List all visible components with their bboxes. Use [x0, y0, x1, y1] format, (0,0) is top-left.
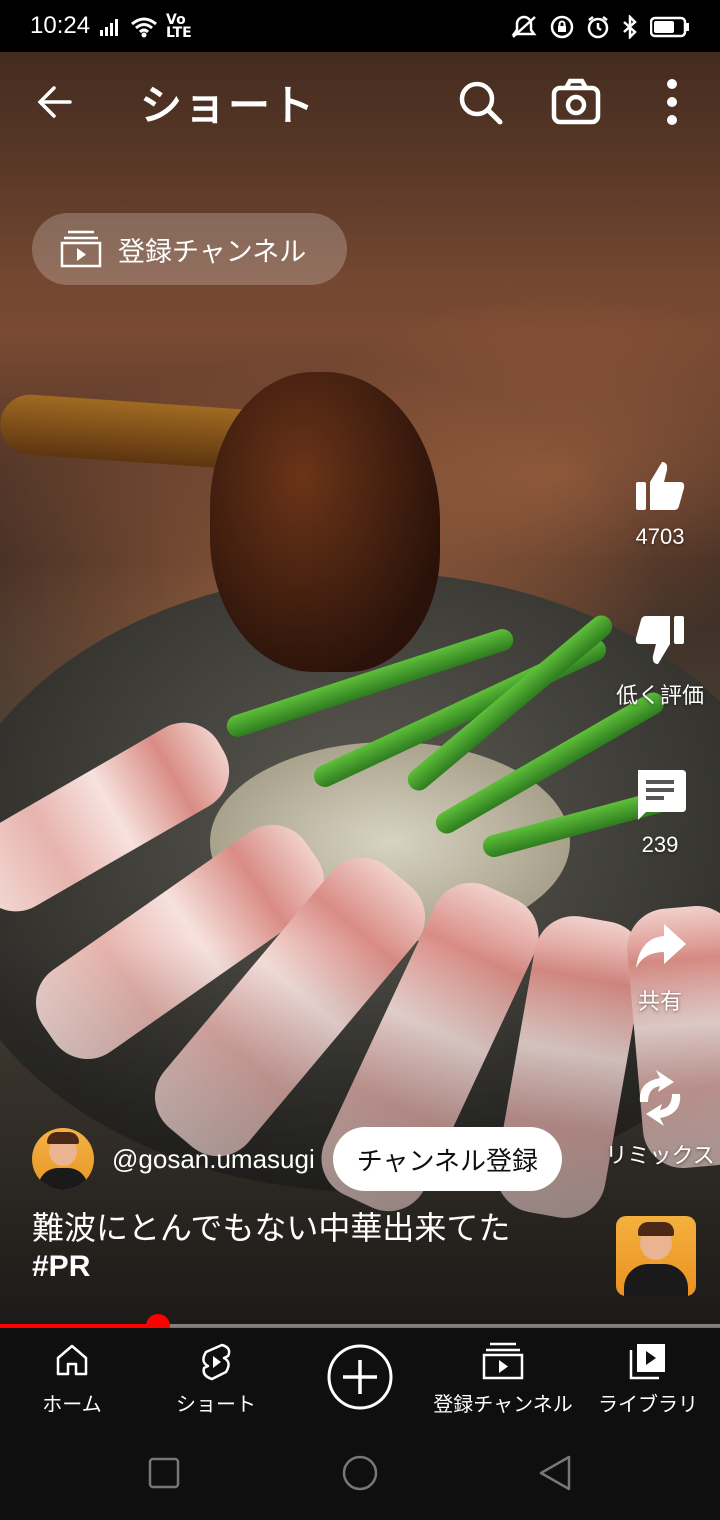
- share-button[interactable]: 共有: [600, 918, 720, 1016]
- nav-label-library: ライブラリ: [598, 1392, 698, 1416]
- subscriptions-chip-label: 登録チャンネル: [118, 236, 307, 268]
- camera-icon[interactable]: [548, 74, 604, 130]
- channel-row: @gosan.umasugi チャンネル登録: [32, 1127, 562, 1191]
- alarm-icon: [587, 16, 609, 39]
- remix-button[interactable]: リミックス: [600, 1068, 720, 1170]
- nav-item-subscriptions[interactable]: 登録チャンネル: [432, 1328, 574, 1428]
- channel-handle[interactable]: @gosan.umasugi: [112, 1144, 315, 1175]
- dislike-button[interactable]: 低く評価: [600, 612, 720, 710]
- bluetooth-icon: [623, 15, 637, 39]
- home-circle-icon[interactable]: [341, 1454, 379, 1492]
- dislike-label: 低く評価: [615, 683, 704, 708]
- vibrate-icon: [511, 15, 537, 38]
- nav-item-shorts[interactable]: ショート: [160, 1328, 272, 1428]
- share-label: 共有: [637, 989, 682, 1014]
- wifi-icon: [131, 17, 157, 38]
- comment-count: 239: [641, 832, 679, 857]
- top-app-bar: ショート: [0, 52, 720, 152]
- hashtag-link[interactable]: #PR: [32, 1250, 90, 1284]
- comments-button[interactable]: 239: [600, 766, 720, 858]
- library-icon: [629, 1344, 665, 1380]
- system-navigation-bar: [0, 1428, 720, 1520]
- like-count: 4703: [635, 524, 685, 549]
- network-type: Vo LTE: [166, 12, 192, 41]
- home-icon: [56, 1344, 88, 1376]
- share-icon: [636, 924, 686, 968]
- avatar[interactable]: [32, 1128, 94, 1190]
- search-icon[interactable]: [452, 74, 508, 130]
- subscribe-button[interactable]: チャンネル登録: [332, 1127, 562, 1191]
- remix-label: リミックス: [605, 1143, 715, 1168]
- like-button[interactable]: 4703: [600, 458, 720, 550]
- shorts-icon: [202, 1343, 231, 1381]
- nav-label-shorts: ショート: [176, 1392, 256, 1416]
- status-time: 10:24: [30, 12, 91, 39]
- nav-label-subscriptions: 登録チャンネル: [433, 1392, 573, 1416]
- nav-item-library[interactable]: ライブラリ: [596, 1328, 700, 1428]
- bottom-navigation: ホーム ショート 登録チャンネル ライブラリ: [0, 1328, 720, 1428]
- recents-icon[interactable]: [147, 1456, 181, 1490]
- more-vert-icon[interactable]: [644, 74, 700, 130]
- comment-icon: [638, 770, 686, 820]
- status-bar: 10:24 Vo LTE: [0, 0, 720, 52]
- create-icon: [327, 1344, 393, 1410]
- signal-icon: [100, 19, 118, 36]
- back-arrow-icon[interactable]: [30, 76, 82, 128]
- sound-thumbnail[interactable]: [616, 1216, 696, 1296]
- subscriptions-icon: [482, 1342, 524, 1380]
- thumbs-down-icon: [635, 616, 684, 664]
- nav-label-home: ホーム: [42, 1392, 102, 1416]
- back-triangle-icon[interactable]: [537, 1454, 573, 1492]
- remix-icon: [639, 1070, 681, 1126]
- lock-rotation-icon: [550, 15, 574, 39]
- nav-item-create[interactable]: [310, 1328, 410, 1428]
- thumbs-up-icon: [636, 462, 685, 510]
- nav-item-home[interactable]: ホーム: [22, 1328, 122, 1428]
- battery-icon: [650, 16, 689, 38]
- subscriptions-chip[interactable]: 登録チャンネル: [32, 213, 347, 285]
- video-caption[interactable]: 難波にとんでもない中華出来てた: [32, 1208, 510, 1248]
- page-title: ショート: [140, 81, 317, 130]
- subscriptions-icon: [60, 230, 102, 268]
